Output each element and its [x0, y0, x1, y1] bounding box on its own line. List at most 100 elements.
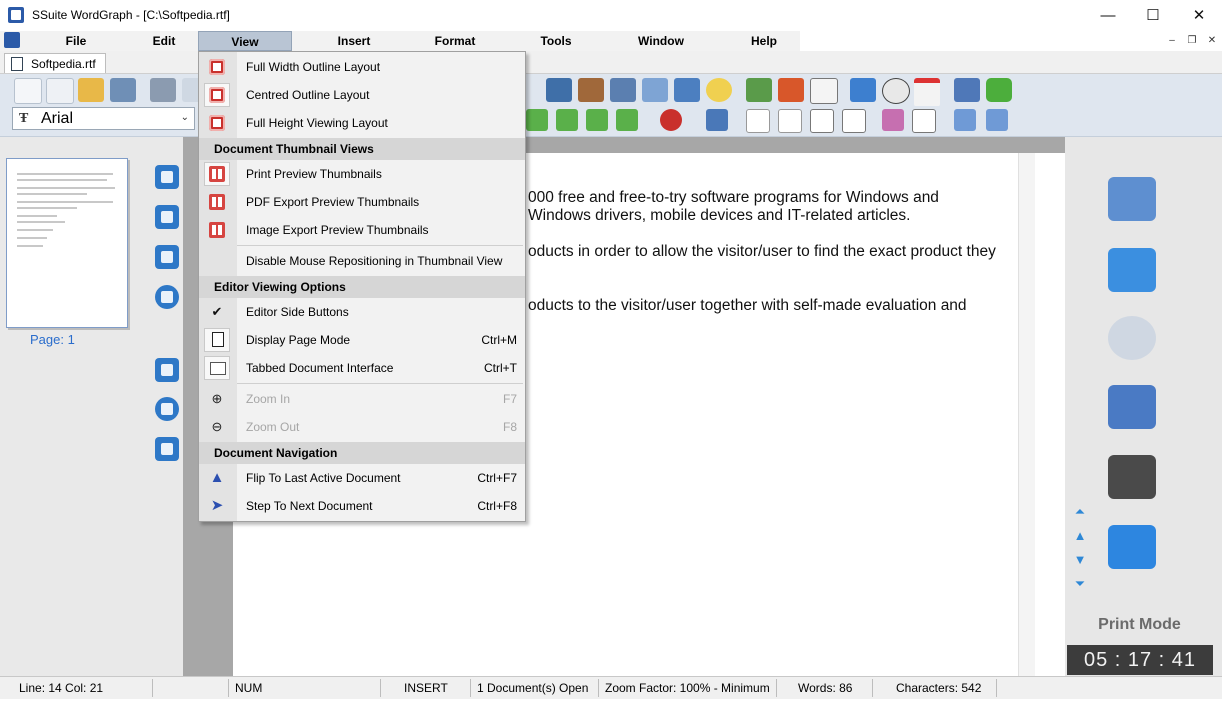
menu-item-flip-last-document[interactable]: ▲ Flip To Last Active Document Ctrl+F7 [199, 464, 525, 492]
font-abc-icon[interactable] [1108, 385, 1156, 429]
thumbnail-text-line [17, 221, 65, 223]
arrow-left-icon[interactable] [556, 109, 578, 131]
menu-item-label: Full Height Viewing Layout [246, 116, 388, 130]
status-separator [228, 679, 229, 697]
highlight-icon[interactable] [882, 109, 904, 131]
menu-item-zoom-in[interactable]: ⊕ Zoom In F7 [199, 385, 525, 413]
menu-section-header: Editor Viewing Options [199, 276, 525, 298]
menu-item-image-export-thumbnails[interactable]: Image Export Preview Thumbnails [199, 216, 525, 244]
email-icon[interactable] [810, 78, 838, 104]
clock-display: 05 : 17 : 41 PM [1067, 645, 1213, 701]
status-separator [470, 679, 471, 697]
close-window-icon[interactable] [954, 78, 980, 102]
insert-image-icon[interactable] [578, 78, 604, 102]
thumbnail-text-line [17, 207, 77, 209]
calendar-icon[interactable] [914, 78, 940, 107]
scroll-bottom-icon[interactable]: ⏷ [1073, 577, 1087, 591]
printer-icon[interactable] [155, 358, 179, 382]
camera-icon[interactable] [610, 78, 636, 102]
page-thumbnail[interactable] [6, 158, 128, 328]
menu-item-display-page-mode[interactable]: Display Page Mode Ctrl+M [199, 326, 525, 354]
document-icon[interactable] [4, 32, 20, 48]
menu-view[interactable]: View [198, 31, 292, 51]
text-box-icon[interactable] [912, 109, 936, 133]
menu-item-disable-mouse-repositioning[interactable]: Disable Mouse Repositioning in Thumbnail… [199, 247, 525, 275]
mdi-restore-button[interactable]: ❐ [1184, 34, 1200, 48]
document-tab[interactable]: Softpedia.rtf [4, 53, 106, 73]
formula-icon[interactable] [706, 78, 732, 102]
copy-document-icon[interactable] [46, 78, 74, 104]
comments-icon[interactable] [155, 245, 179, 269]
binoculars-icon[interactable] [1108, 455, 1156, 499]
menu-item-zoom-out[interactable]: ⊖ Zoom Out F8 [199, 413, 525, 441]
document-icon[interactable] [155, 165, 179, 189]
scroll-top-icon[interactable]: ⏶ [1073, 505, 1087, 519]
app-icon[interactable] [8, 7, 24, 23]
colorful-shapes-icon[interactable] [778, 78, 804, 102]
language-icon[interactable] [1108, 316, 1156, 360]
zoom-in-icon: ⊕ [211, 391, 223, 406]
film-icon[interactable] [155, 437, 179, 461]
menu-file[interactable]: File [50, 31, 102, 51]
monitor-icon[interactable] [706, 109, 728, 131]
clock-icon[interactable] [882, 78, 910, 104]
scroll-up-icon[interactable]: ▲ [1073, 529, 1087, 543]
help-question-icon[interactable] [1108, 248, 1156, 292]
menu-window[interactable]: Window [630, 31, 692, 51]
page-up-icon[interactable] [954, 109, 976, 131]
menu-tools[interactable]: Tools [530, 31, 582, 51]
vertical-scrollbar[interactable] [1018, 153, 1036, 676]
chart-icon[interactable] [674, 78, 700, 102]
table-icon[interactable] [642, 78, 668, 102]
chevron-down-icon[interactable]: ⌄ [181, 112, 189, 123]
menu-item-tabbed-interface[interactable]: Tabbed Document Interface Ctrl+T [199, 354, 525, 382]
status-separator [152, 679, 153, 697]
minimize-button[interactable]: — [1085, 0, 1131, 31]
menu-item-editor-side-buttons[interactable]: ✔ Editor Side Buttons [199, 298, 525, 326]
mdi-minimize-button[interactable]: ‒ [1164, 34, 1180, 48]
superscript-icon[interactable] [810, 109, 834, 133]
zoom-out-icon: ⊖ [211, 419, 223, 434]
indent-right-icon[interactable] [616, 109, 638, 131]
status-documents: 1 Document(s) Open [477, 681, 589, 695]
save-icon[interactable] [110, 78, 136, 102]
bullet-list-icon[interactable] [778, 109, 802, 133]
print-mode-label[interactable]: Print Mode [1066, 616, 1213, 634]
special-char-icon[interactable] [1108, 525, 1156, 569]
menu-item-full-width-outline[interactable]: Full Width Outline Layout [199, 53, 525, 81]
stop-icon[interactable] [660, 109, 682, 131]
open-folder-icon[interactable] [78, 78, 104, 102]
close-button[interactable]: ✕ [1176, 0, 1222, 31]
subscript-icon[interactable] [842, 109, 866, 133]
help-icon[interactable] [986, 78, 1012, 102]
menu-format[interactable]: Format [424, 31, 486, 51]
monitors-icon[interactable] [1108, 177, 1156, 221]
menu-insert[interactable]: Insert [326, 31, 382, 51]
numbered-list-icon[interactable] [746, 109, 770, 133]
mdi-close-button[interactable]: ✕ [1204, 34, 1220, 48]
menu-item-step-next-document[interactable]: ➤ Step To Next Document Ctrl+F8 [199, 492, 525, 520]
indent-left-icon[interactable] [526, 109, 548, 131]
page-next-icon[interactable] [986, 109, 1008, 131]
document-export-icon[interactable] [746, 78, 772, 102]
menu-edit[interactable]: Edit [138, 31, 190, 51]
globe-icon[interactable] [155, 397, 179, 421]
menu-help[interactable]: Help [740, 31, 788, 51]
font-family-select[interactable]: Ŧ Arial ⌄ [12, 107, 195, 130]
menu-item-pdf-export-thumbnails[interactable]: PDF Export Preview Thumbnails [199, 188, 525, 216]
back-icon[interactable] [850, 78, 876, 102]
menu-item-print-preview-thumbnails[interactable]: Print Preview Thumbnails [199, 160, 525, 188]
edit-icon[interactable] [155, 205, 179, 229]
new-document-icon[interactable] [14, 78, 42, 104]
maximize-button[interactable]: ☐ [1130, 0, 1176, 31]
status-insert: INSERT [404, 681, 448, 695]
print-icon[interactable] [150, 78, 176, 102]
arrow-right-icon[interactable] [586, 109, 608, 131]
clock-icon[interactable] [155, 285, 179, 309]
layout-icon [209, 115, 225, 131]
database-icon[interactable] [546, 78, 572, 102]
menu-item-full-height-viewing[interactable]: Full Height Viewing Layout [199, 109, 525, 137]
scroll-down-icon[interactable]: ▼ [1073, 553, 1087, 567]
menu-item-centred-outline[interactable]: Centred Outline Layout [199, 81, 525, 109]
title-bar: SSuite WordGraph - [C:\Softpedia.rtf] — … [0, 0, 1222, 32]
